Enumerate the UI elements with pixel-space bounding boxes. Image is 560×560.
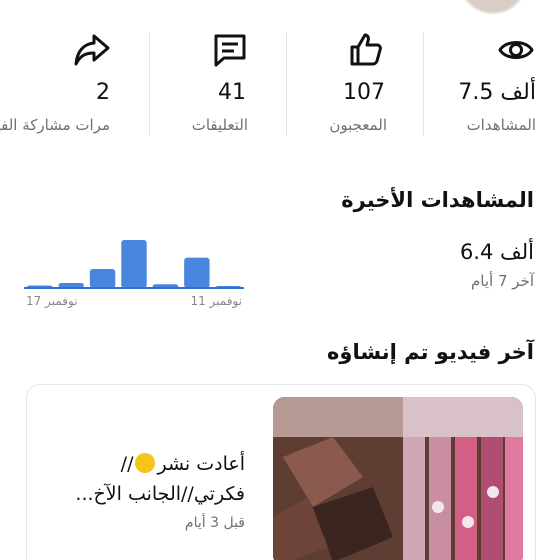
- recent-views-period: آخر 7 أيام: [471, 272, 534, 290]
- comments-value: 41: [218, 80, 246, 105]
- divider: [423, 32, 424, 136]
- top-strip: [0, 0, 560, 14]
- comment-icon: [214, 34, 246, 67]
- stat-comments: 41 التعليقات: [150, 30, 286, 136]
- divider: [149, 32, 150, 136]
- stat-shares: 2 مرات مشاركة الفيديو: [0, 30, 148, 136]
- views-label: المشاهدات: [466, 116, 536, 134]
- chart-svg: [24, 240, 244, 289]
- share-icon: [74, 34, 110, 66]
- recent-views-title: المشاهدات الأخيرة: [341, 188, 534, 212]
- thumbs-up-icon: [350, 33, 382, 66]
- divider: [286, 32, 287, 136]
- recent-views-value: 6.4 ألف: [459, 240, 534, 264]
- chart-tick-start: 17 نوفمبر: [26, 294, 78, 308]
- latest-video-card[interactable]: أعادت نشر // فكرتي//الجانب الآخ... قبل 3 …: [26, 384, 536, 560]
- video-thumbnail[interactable]: [273, 397, 523, 560]
- chart-bar: [89, 269, 116, 288]
- latest-video-title: آخر فيديو تم إنشاؤه: [327, 340, 534, 364]
- likes-label: المعجبون: [329, 116, 387, 134]
- comments-label: التعليقات: [191, 116, 248, 134]
- video-age: قبل 3 أيام: [184, 515, 245, 531]
- stats-row: 7.5 ألف المشاهدات 107 المعجبون 41 التعلي…: [0, 30, 560, 136]
- stat-views: 7.5 ألف المشاهدات: [424, 30, 560, 136]
- likes-value: 107: [343, 80, 385, 105]
- shares-value: 2: [96, 80, 110, 105]
- stat-likes: 107 المعجبون: [287, 30, 423, 136]
- views-value: 7.5 ألف: [458, 80, 536, 105]
- eye-icon: [498, 41, 534, 59]
- thumbnail-image: [273, 397, 523, 560]
- chart-bar: [184, 257, 210, 288]
- melting-face-emoji-icon: [135, 453, 156, 473]
- video-title-line2: فكرتي//الجانب الآخ...: [75, 483, 245, 505]
- video-title-line1-suffix: //: [120, 453, 134, 475]
- video-title-line1: أعادت نشر: [157, 453, 245, 475]
- shares-label: مرات مشاركة الفيديو: [0, 116, 110, 134]
- chart-tick-end: 11 نوفمبر: [190, 294, 242, 308]
- avatar: [458, 0, 528, 14]
- recent-views-chart[interactable]: 17 نوفمبر 11 نوفمبر: [24, 236, 244, 314]
- video-title[interactable]: أعادت نشر // فكرتي//الجانب الآخ...: [35, 449, 245, 509]
- chart-bar: [121, 240, 147, 288]
